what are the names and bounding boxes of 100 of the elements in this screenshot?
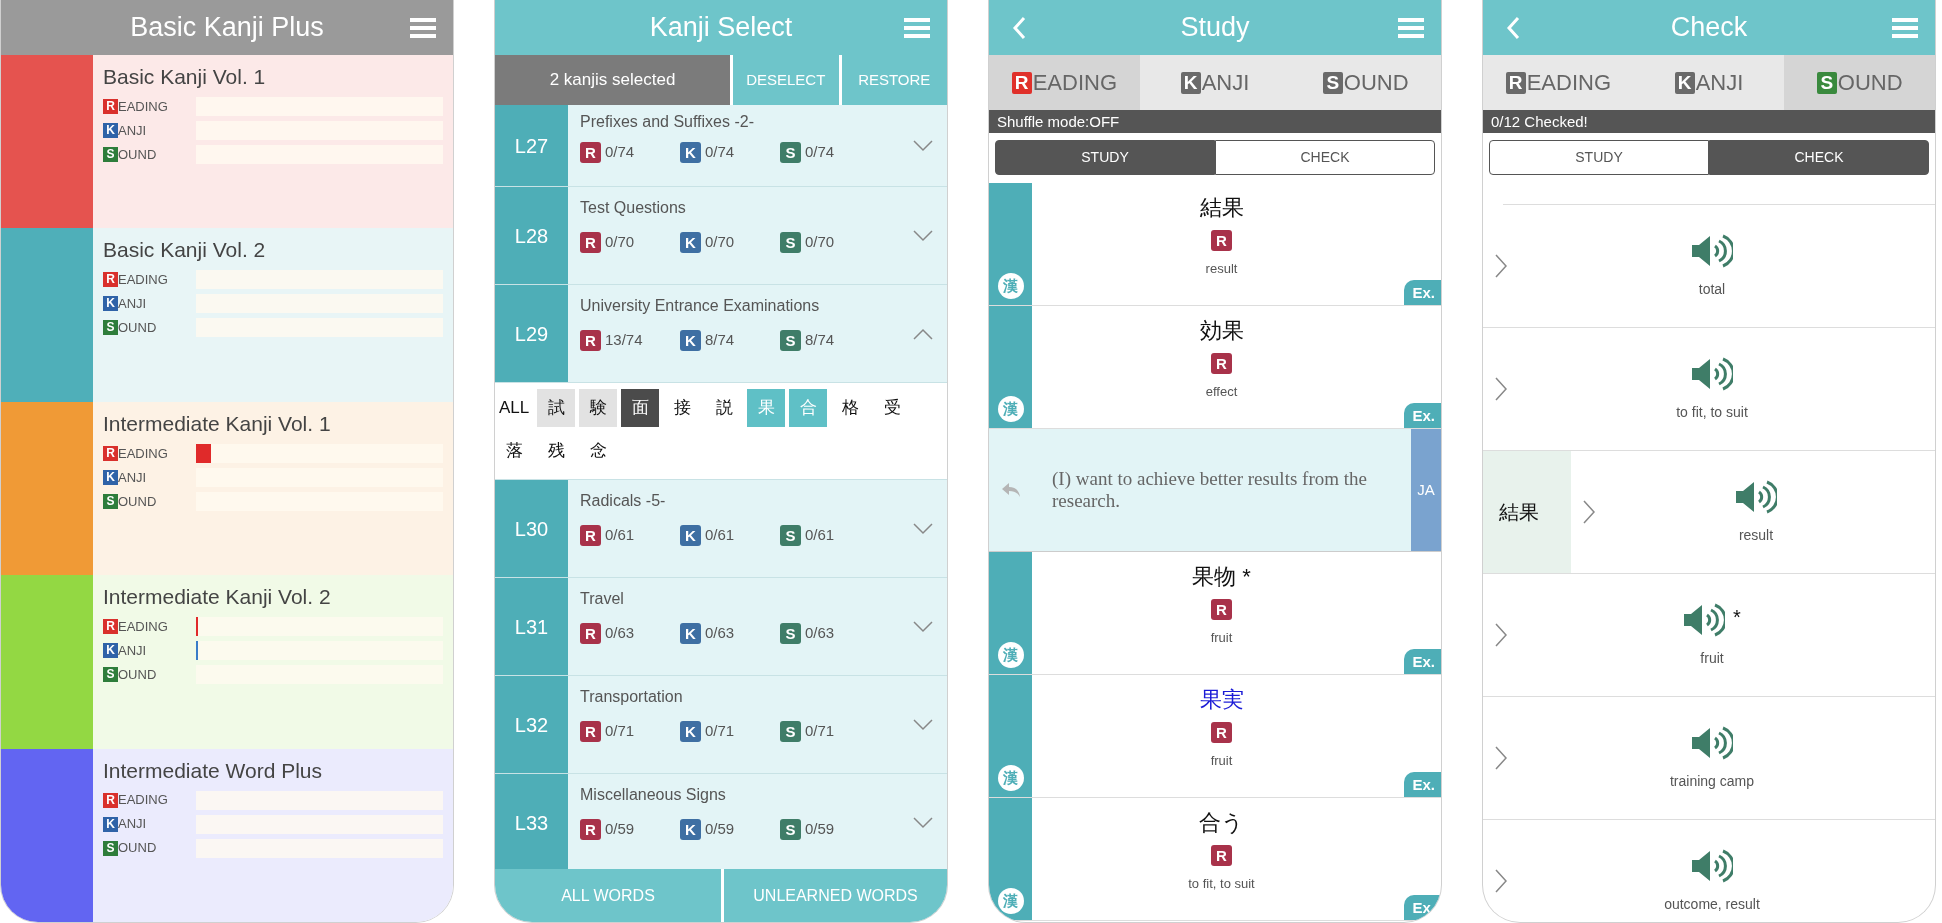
- mode-tab[interactable]: R EADING: [989, 55, 1140, 110]
- speaker-icon[interactable]: [1691, 355, 1733, 392]
- color-block[interactable]: [1, 401, 93, 576]
- mode-tab[interactable]: S OUND: [1784, 55, 1935, 110]
- menu-icon[interactable]: [1892, 16, 1918, 39]
- color-block[interactable]: [1, 748, 93, 922]
- skill-badge: K: [680, 329, 701, 351]
- skill-badge: R: [580, 524, 601, 546]
- reply-arrow-icon[interactable]: [1000, 482, 1021, 498]
- book-panel[interactable]: Intermediate Kanji Vol. 1 R EADING K ANJI S OUND: [93, 401, 453, 576]
- lesson-title[interactable]: Radicals -5-: [580, 486, 935, 524]
- speaker-icon[interactable]: [1691, 724, 1733, 761]
- answer-text: 結果: [1483, 451, 1571, 573]
- chevron-down-icon[interactable]: [913, 522, 933, 535]
- lesson-title[interactable]: Prefixes and Suffixes -2-: [580, 111, 935, 141]
- segment-button[interactable]: CHECK: [1215, 140, 1435, 175]
- skill-label: ANJI: [118, 121, 148, 140]
- segment-button[interactable]: CHECK: [1709, 140, 1929, 175]
- menu-icon[interactable]: [904, 16, 930, 39]
- score-text: 0/74: [805, 142, 835, 162]
- reading-badge[interactable]: R: [1211, 599, 1232, 620]
- book-panel[interactable]: Intermediate Word Plus R EADING K ANJI S OUND: [93, 748, 453, 922]
- chevron-down-icon[interactable]: [913, 816, 933, 829]
- lesson-title[interactable]: Transportation: [580, 682, 935, 720]
- score-text: 8/74: [805, 330, 835, 350]
- menu-icon[interactable]: [410, 16, 436, 39]
- book-title: Intermediate Kanji Vol. 2: [103, 584, 332, 611]
- screen-title: Kanji Select: [648, 11, 794, 45]
- word-meaning: training camp: [1669, 771, 1754, 791]
- skill-badge: S: [780, 231, 801, 253]
- chevron-right-icon[interactable]: [1495, 746, 1507, 770]
- speaker-icon[interactable]: [1735, 478, 1777, 515]
- skill-badge: S: [780, 720, 801, 742]
- lesson-title[interactable]: Test Questions: [580, 193, 935, 231]
- skill-label: OUND: [118, 145, 158, 164]
- score-text: 0/70: [605, 232, 635, 252]
- vocab-word: 果実: [1199, 686, 1244, 714]
- chevron-right-icon[interactable]: [1495, 254, 1507, 278]
- kanji-chip[interactable]: 試: [537, 389, 576, 427]
- speaker-icon[interactable]: [1691, 232, 1733, 269]
- book-panel[interactable]: Basic Kanji Vol. 1 R EADING K ANJI S OUND: [93, 55, 453, 229]
- skill-badge: S: [103, 840, 118, 856]
- chevron-down-icon[interactable]: [913, 139, 933, 152]
- book-panel[interactable]: Intermediate Kanji Vol. 2 R EADING K ANJI S OUND: [93, 575, 453, 749]
- lesson-title[interactable]: Travel: [580, 584, 935, 622]
- score-text: 0/74: [605, 142, 635, 162]
- speaker-icon[interactable]: [1691, 847, 1733, 884]
- chevron-down-icon[interactable]: [913, 620, 933, 633]
- score-text: 0/63: [705, 623, 735, 643]
- chevron-right-icon[interactable]: [1495, 869, 1507, 893]
- color-block[interactable]: [1, 228, 93, 402]
- reading-badge[interactable]: R: [1211, 845, 1232, 866]
- segment-button[interactable]: STUDY: [1489, 140, 1709, 175]
- status-bar: 0/12 Checked!: [1483, 110, 1935, 133]
- kanji-chip[interactable]: 面: [621, 389, 660, 427]
- skill-label: OUND: [118, 492, 158, 511]
- screen-title: Check: [1669, 11, 1749, 45]
- book-panel[interactable]: Basic Kanji Vol. 2 R EADING K ANJI S OUND: [93, 228, 453, 402]
- kanji-chip[interactable]: 験: [579, 389, 618, 427]
- score-text: 8/74: [705, 330, 735, 350]
- book-title: Intermediate Word Plus: [103, 757, 324, 784]
- back-icon[interactable]: [1012, 15, 1026, 40]
- word-meaning: fruit: [1210, 629, 1233, 647]
- lesson-title[interactable]: Miscellaneous Signs: [580, 780, 935, 818]
- skill-badge: K: [680, 231, 701, 253]
- chevron-down-icon[interactable]: [913, 718, 933, 731]
- skill-label: EADING: [118, 271, 169, 290]
- word-meaning: result: [1205, 260, 1238, 278]
- skill-badge: R: [580, 141, 601, 163]
- score-text: 0/61: [605, 525, 635, 545]
- skill-badge: S: [103, 667, 118, 683]
- segment-button[interactable]: STUDY: [995, 140, 1215, 175]
- reading-badge[interactable]: R: [1211, 353, 1232, 374]
- color-block[interactable]: [1, 55, 93, 229]
- skill-badge: R: [580, 818, 601, 840]
- chevron-right-icon[interactable]: [1495, 623, 1507, 647]
- skill-badge: S: [103, 493, 118, 509]
- menu-icon[interactable]: [1398, 16, 1424, 39]
- vocab-word: 果物 *: [1192, 563, 1251, 591]
- chevron-down-icon[interactable]: [913, 229, 933, 242]
- skill-badge: R: [580, 622, 601, 644]
- skill-badge: R: [103, 99, 118, 114]
- skill-label: ANJI: [118, 641, 148, 660]
- chevron-right-icon[interactable]: [1495, 377, 1507, 401]
- reading-badge[interactable]: R: [1211, 722, 1232, 743]
- chevron-right-icon[interactable]: [1583, 500, 1595, 524]
- skill-label: EADING: [118, 617, 169, 636]
- back-icon[interactable]: [1506, 15, 1520, 40]
- skill-badge: S: [780, 524, 801, 546]
- skill-badge: K: [680, 141, 701, 163]
- color-block[interactable]: [1, 575, 93, 749]
- chevron-up-icon[interactable]: [913, 327, 933, 340]
- selection-count: 2 kanjis selected: [495, 55, 730, 105]
- speaker-icon[interactable]: [1683, 601, 1726, 638]
- reading-badge[interactable]: R: [1211, 230, 1232, 251]
- word-meaning: to fit, to suit: [1188, 875, 1255, 893]
- vocab-word: 合う: [1199, 809, 1244, 837]
- score-text: 0/63: [605, 623, 635, 643]
- lesson-title[interactable]: University Entrance Examinations: [580, 291, 935, 329]
- skill-badge: R: [103, 445, 118, 461]
